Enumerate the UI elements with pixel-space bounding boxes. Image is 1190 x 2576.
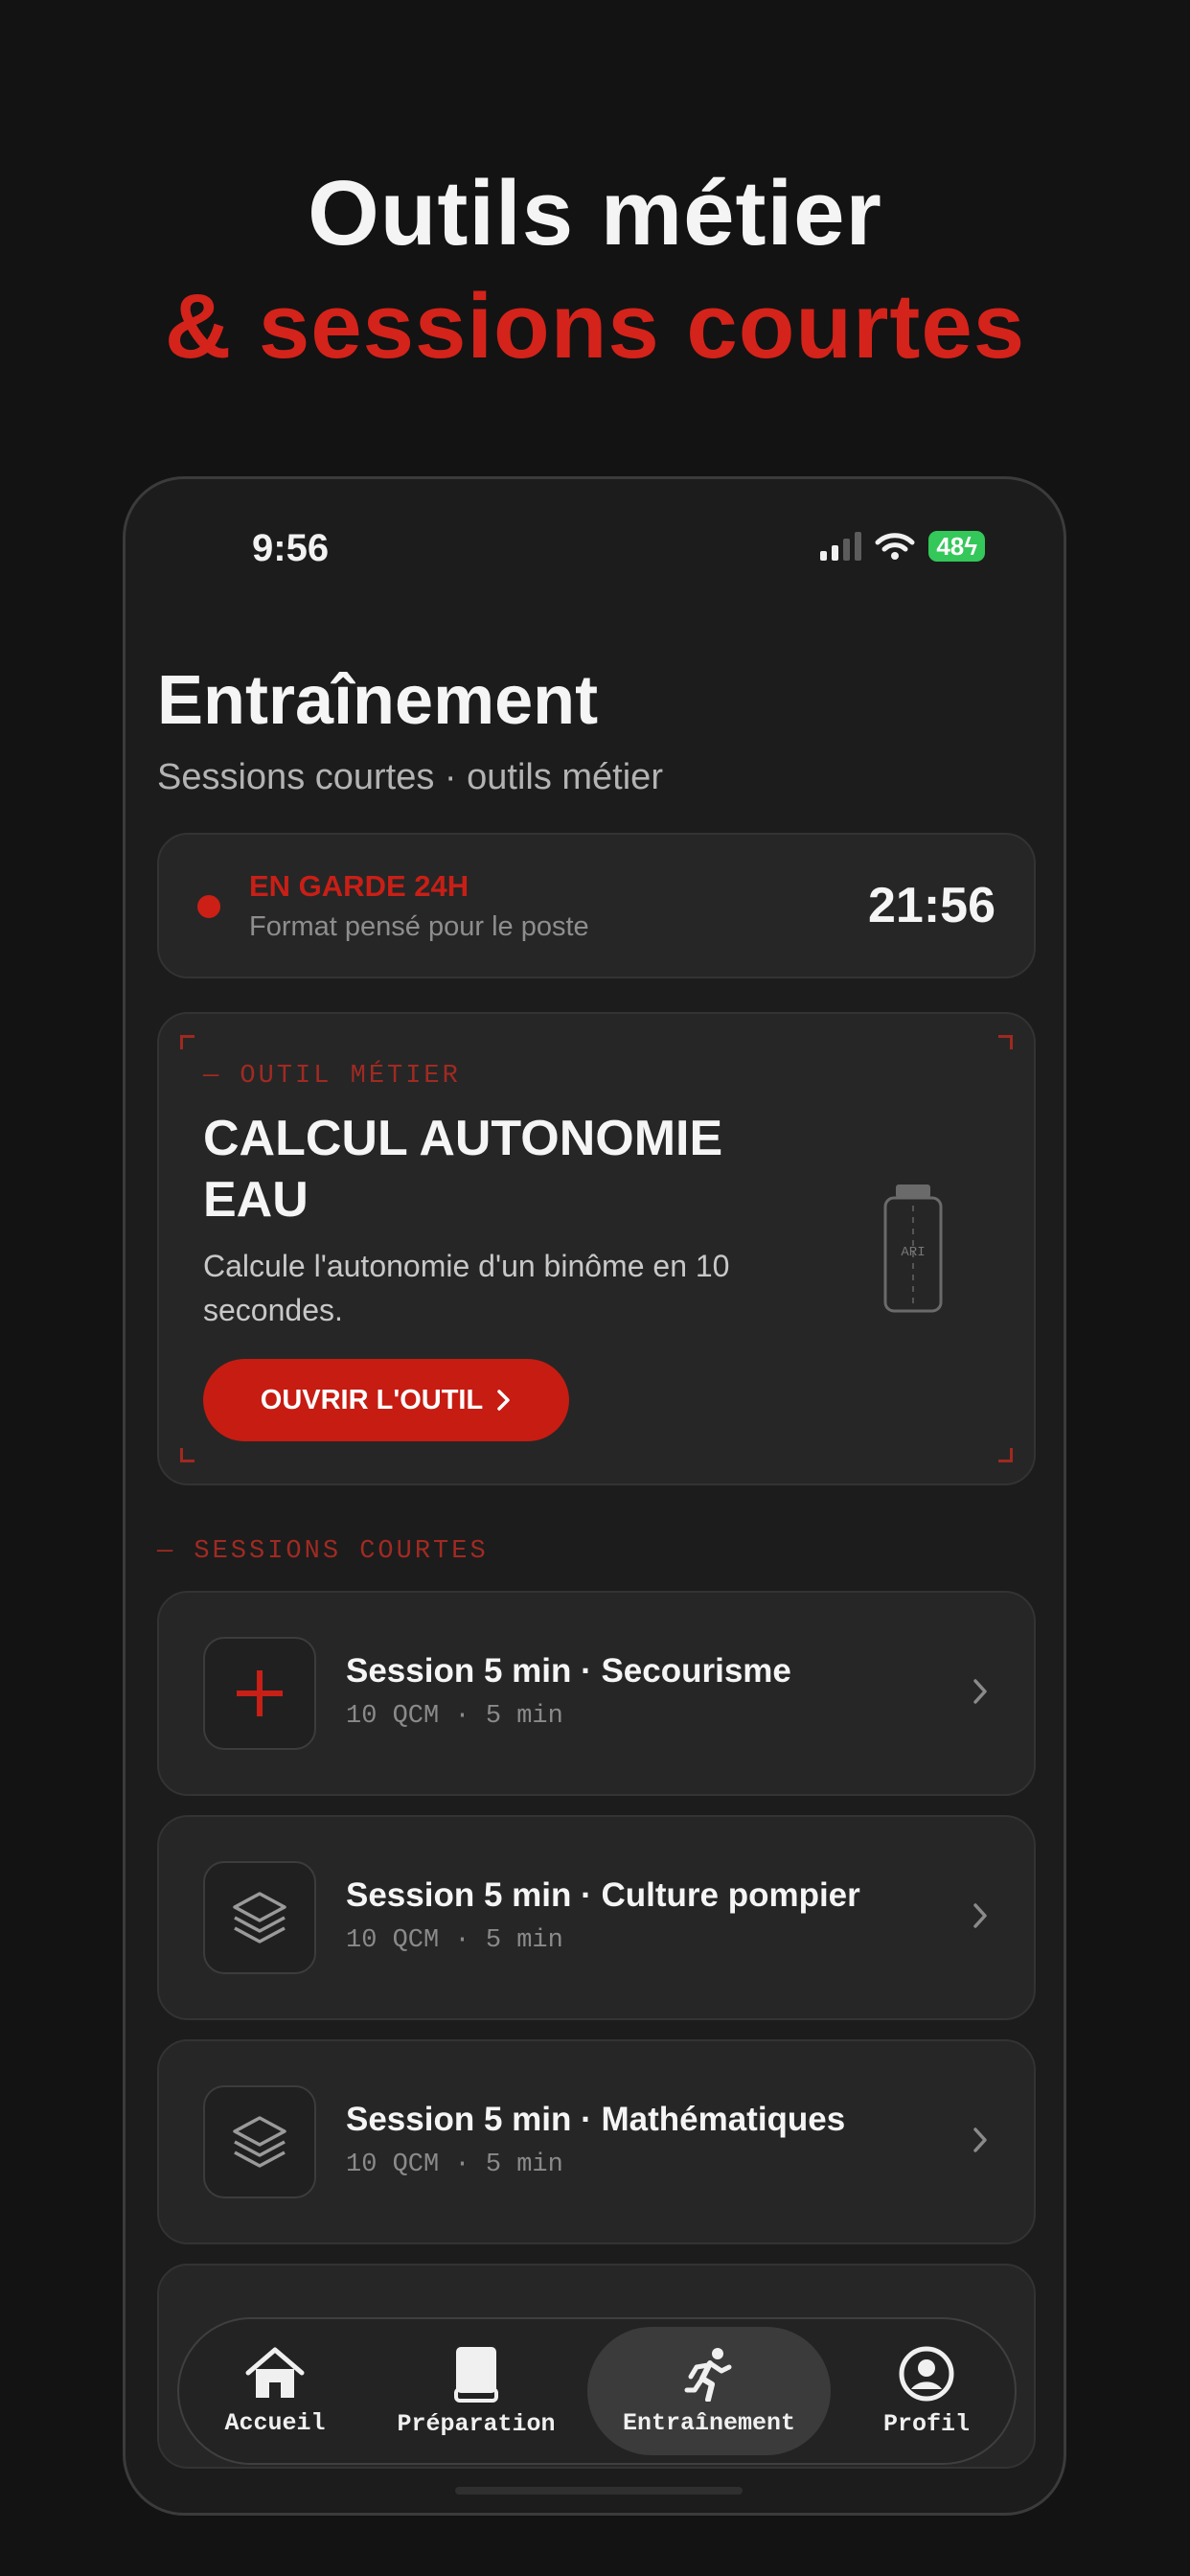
wifi-icon [875,533,915,560]
corner-mark [998,1448,1013,1462]
chevron-right-icon [973,2128,987,2152]
promo-headline-accent: & sessions courtes [164,275,1026,378]
duty-title: EN GARDE 24H [249,869,469,903]
plus-icon [237,1670,283,1716]
session-meta: 10 QCM · 5 min [346,1926,563,1955]
profile-icon [899,2346,954,2401]
open-tool-label: OUVRIR L'OUTIL [260,1384,484,1415]
tab-label: Entraînement [622,2408,796,2437]
page-subtitle: Sessions courtes · outils métier [157,757,663,797]
tab-label: Accueil [224,2408,326,2437]
session-card-mathematiques[interactable]: Session 5 min · Mathématiques 10 QCM · 5… [157,2039,1036,2244]
promo-headline: Outils métier [308,162,882,264]
section-label-sessions: — SESSIONS COURTES [157,1537,489,1566]
runner-icon [684,2347,732,2402]
tool-description: Calcule l'autonomie d'un binôme en 10 se… [203,1249,730,1327]
duty-timer: 21:56 [868,878,995,933]
live-dot-icon [197,895,220,918]
home-icon [245,2347,305,2398]
tab-label: Profil [882,2409,970,2438]
page-title: Entraînement [157,662,599,739]
tool-card: — OUTIL MÉTIER CALCUL AUTONOMIE EAU Calc… [157,1012,1036,1485]
session-meta: 10 QCM · 5 min [346,2150,563,2179]
session-icon-box [203,1861,316,1974]
tab-profil[interactable]: Profil [850,2319,1003,2463]
battery-level: 48 [936,532,965,561]
session-card-secourisme[interactable]: Session 5 min · Secourisme 10 QCM · 5 mi… [157,1591,1036,1796]
session-icon-box [203,1637,316,1750]
tab-bar: Accueil Préparation Entraînement Profil [177,2317,1017,2465]
home-indicator [455,2487,743,2495]
corner-mark [180,1448,195,1462]
chevron-right-icon [973,1679,987,1704]
layers-icon [233,2116,286,2168]
signal-icon [820,532,862,561]
tool-title: CALCUL AUTONOMIE EAU [203,1111,723,1228]
duty-subtitle: Format pensé pour le poste [249,911,589,942]
session-title: Session 5 min · Secourisme [346,1652,791,1690]
corner-mark [180,1035,195,1049]
duty-card: EN GARDE 24H Format pensé pour le poste … [157,833,1036,978]
layers-icon [233,1892,286,1944]
charging-bolt-icon: ϟ [964,532,977,561]
session-title: Session 5 min · Culture pompier [346,1876,860,1914]
status-time: 9:56 [252,527,330,569]
session-icon-box [203,2085,316,2198]
session-card-culture-pompier[interactable]: Session 5 min · Culture pompier 10 QCM ·… [157,1815,1036,2020]
status-icons: 48ϟ [820,531,985,562]
corner-mark [998,1035,1013,1049]
chevron-right-icon [973,1903,987,1928]
open-tool-button[interactable]: OUVRIR L'OUTIL [203,1359,569,1441]
session-meta: 10 QCM · 5 min [346,1702,563,1731]
tab-entrainement[interactable]: Entraînement [587,2327,831,2455]
phone-frame: 9:56 48ϟ Entraînement Sessions courtes ·… [123,476,1066,2516]
tab-label: Préparation [397,2409,556,2438]
tab-preparation[interactable]: Préparation [371,2319,582,2463]
session-title: Session 5 min · Mathématiques [346,2101,846,2138]
tab-accueil[interactable]: Accueil [198,2319,352,2463]
ari-label: ARI [901,1245,925,1260]
battery-indicator: 48ϟ [928,531,985,562]
tool-kicker: — OUTIL MÉTIER [203,1062,461,1091]
chevron-right-icon [497,1390,510,1411]
air-cylinder-icon: ARI [883,1184,943,1313]
book-icon [454,2346,498,2403]
